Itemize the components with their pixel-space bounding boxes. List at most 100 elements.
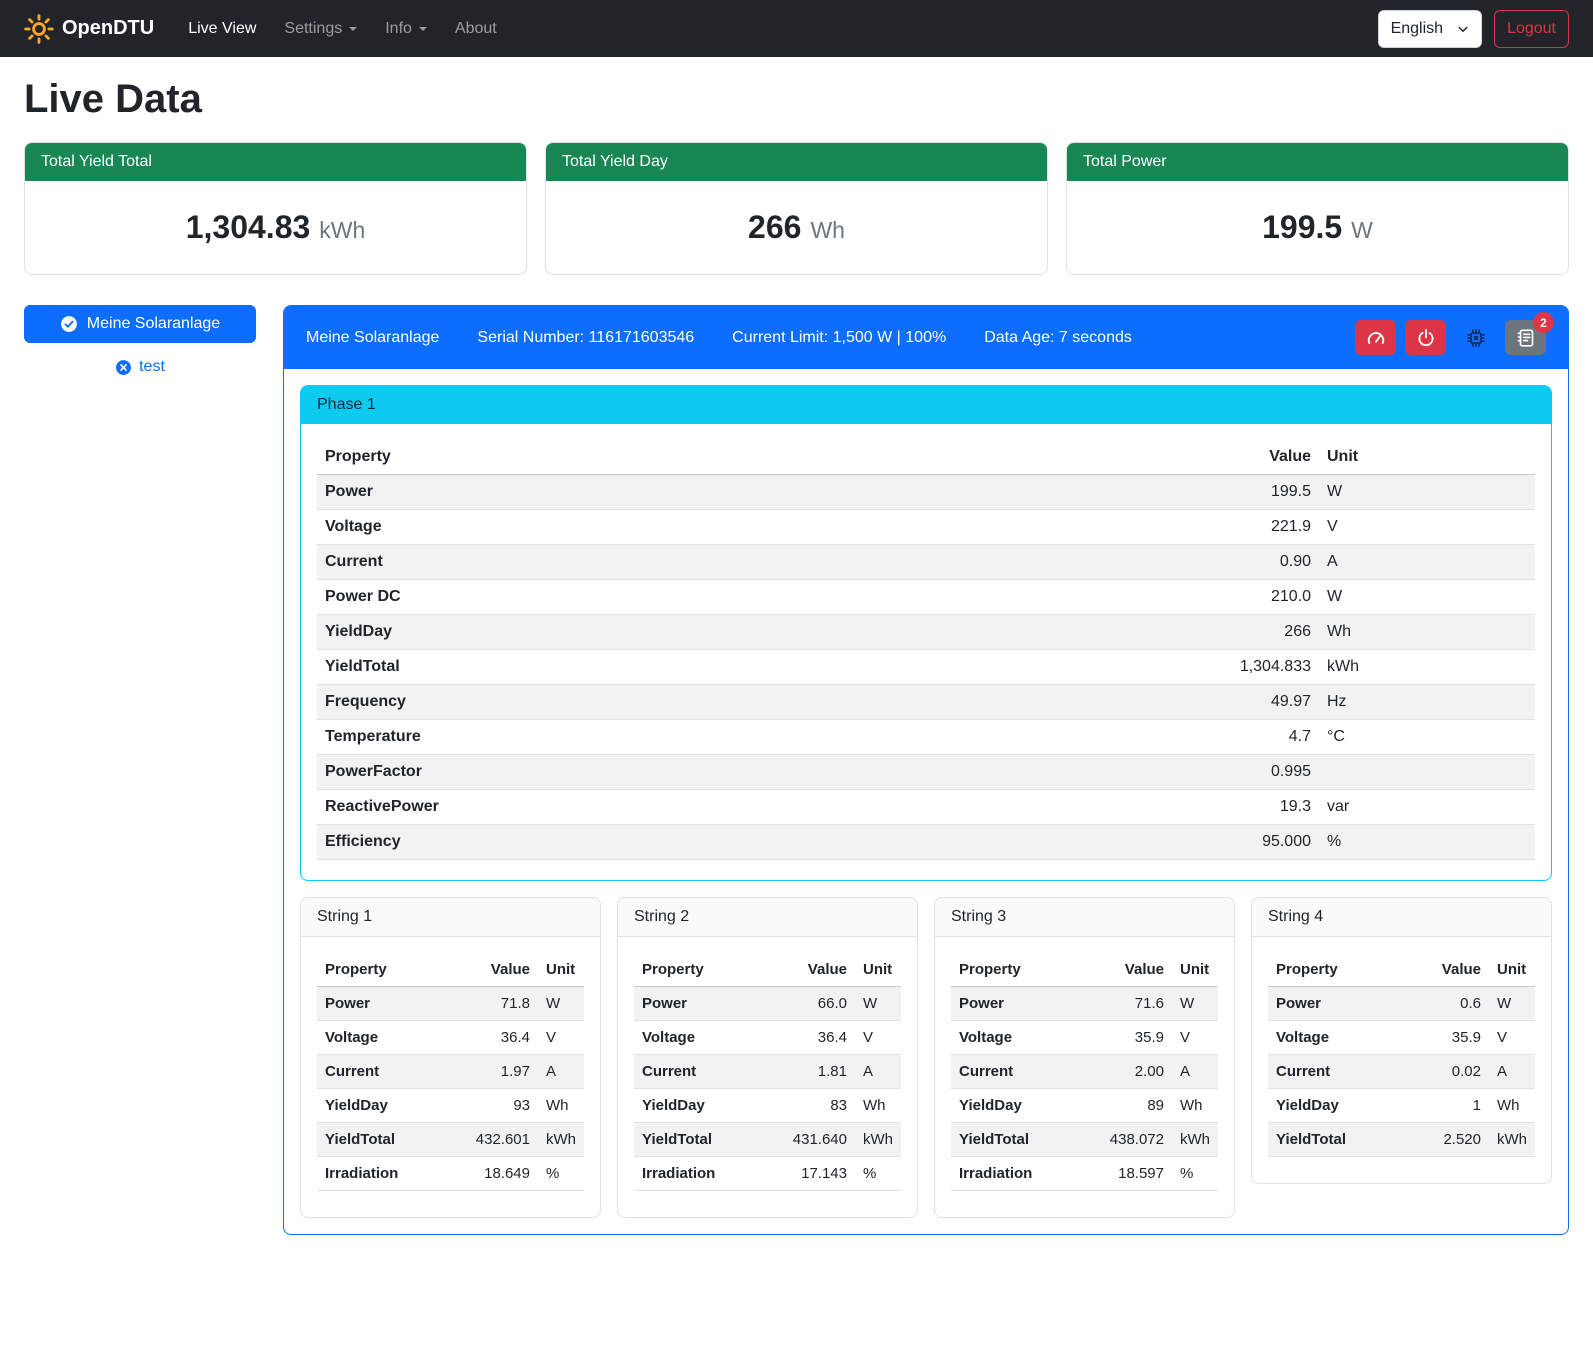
cell-property: Irradiation xyxy=(634,1157,785,1191)
cell-property: Temperature xyxy=(317,720,1179,755)
summary-unit: W xyxy=(1351,217,1373,244)
string-card-body: Property Value Unit Power71.8WVoltage36.… xyxy=(301,937,600,1217)
cell-unit: % xyxy=(1319,825,1535,860)
cell-value: 1.97 xyxy=(468,1055,538,1089)
cell-value: 95.000 xyxy=(1179,825,1319,860)
inverter-limit: Current Limit: 1,500 W | 100% xyxy=(732,329,946,347)
cell-property: Power xyxy=(634,987,785,1021)
page-container: Live Data Total Yield Total 1,304.83 kWh… xyxy=(0,57,1593,1265)
cell-property: Current xyxy=(317,545,1179,580)
summary-card-title: Total Yield Total xyxy=(25,143,526,181)
test-item[interactable]: test xyxy=(24,358,256,376)
string-card-4: String 4 Property Value Unit xyxy=(1251,897,1552,1184)
cell-unit: % xyxy=(855,1157,901,1191)
cell-property: YieldTotal xyxy=(1268,1123,1423,1157)
language-select[interactable]: English xyxy=(1378,10,1482,48)
main-row: Meine Solaranlage test Meine Solaranlage… xyxy=(24,305,1569,1235)
cpu-icon xyxy=(1466,328,1486,348)
inverter-sidebar: Meine Solaranlage test xyxy=(24,305,256,376)
cell-unit: W xyxy=(1172,987,1218,1021)
cell-value: 431.640 xyxy=(785,1123,855,1157)
brand-label: OpenDTU xyxy=(62,17,154,40)
table-row: Power199.5W xyxy=(317,475,1535,510)
power-toggle-button[interactable] xyxy=(1405,320,1446,355)
cell-property: YieldDay xyxy=(634,1089,785,1123)
column-header-value: Value xyxy=(1423,953,1489,987)
summary-value: 1,304.83 xyxy=(186,209,311,246)
brand[interactable]: OpenDTU xyxy=(24,14,154,44)
cell-property: Current xyxy=(951,1055,1102,1089)
string-table: Property Value Unit Power66.0WVoltage36.… xyxy=(634,953,901,1191)
cell-value: 36.4 xyxy=(468,1021,538,1055)
table-row: PowerFactor0.995 xyxy=(317,755,1535,790)
logout-button[interactable]: Logout xyxy=(1494,10,1569,48)
nav-item-label: Live View xyxy=(188,20,256,38)
table-row: YieldDay83Wh xyxy=(634,1089,901,1123)
cell-property: Voltage xyxy=(317,1021,468,1055)
summary-card-total-power: Total Power 199.5 W xyxy=(1066,142,1569,275)
cell-unit: A xyxy=(855,1055,901,1089)
cell-unit: kWh xyxy=(1489,1123,1535,1157)
inverter-serial: Serial Number: 116171603546 xyxy=(477,329,694,347)
x-circle-icon[interactable] xyxy=(115,359,132,376)
event-count-badge: 2 xyxy=(1533,312,1554,333)
table-header-row: Property Value Unit xyxy=(1268,953,1535,987)
cell-property: Current xyxy=(634,1055,785,1089)
cell-unit: V xyxy=(855,1021,901,1055)
string-card-title: String 1 xyxy=(301,898,600,937)
nav-item-about[interactable]: About xyxy=(445,12,507,46)
cell-unit: W xyxy=(855,987,901,1021)
cell-unit: V xyxy=(1319,510,1535,545)
cell-unit xyxy=(1319,755,1535,790)
caret-down-icon xyxy=(419,27,427,31)
cell-value: 89 xyxy=(1102,1089,1172,1123)
limit-settings-button[interactable] xyxy=(1355,320,1396,355)
table-row: Current1.97A xyxy=(317,1055,584,1089)
caret-down-icon xyxy=(349,27,357,31)
cell-unit: Wh xyxy=(1172,1089,1218,1123)
cell-value: 1,304.833 xyxy=(1179,650,1319,685)
string-card-title: String 3 xyxy=(935,898,1234,937)
summary-value: 199.5 xyxy=(1262,209,1342,246)
string-card-1: String 1 Property Value Unit xyxy=(300,897,601,1218)
cell-value: 35.9 xyxy=(1423,1021,1489,1055)
nav-item-info[interactable]: Info xyxy=(375,12,437,46)
top-navbar: OpenDTU Live View Settings Info About En… xyxy=(0,0,1593,57)
cell-unit: V xyxy=(1489,1021,1535,1055)
summary-card-body: 1,304.83 kWh xyxy=(25,181,526,274)
cell-value: 438.072 xyxy=(1102,1123,1172,1157)
device-info-button[interactable] xyxy=(1455,320,1496,355)
cell-unit: A xyxy=(1489,1055,1535,1089)
string-card-2: String 2 Property Value Unit xyxy=(617,897,918,1218)
cell-value: 266 xyxy=(1179,615,1319,650)
cell-unit: V xyxy=(538,1021,584,1055)
event-log-button[interactable]: 2 xyxy=(1505,320,1546,355)
inverter-select-button[interactable]: Meine Solaranlage xyxy=(24,305,256,343)
nav-item-live-view[interactable]: Live View xyxy=(178,12,266,46)
page-title: Live Data xyxy=(24,77,1569,122)
cell-unit: % xyxy=(538,1157,584,1191)
summary-card-body: 266 Wh xyxy=(546,181,1047,274)
cell-unit: Wh xyxy=(1489,1089,1535,1123)
cell-value: 4.7 xyxy=(1179,720,1319,755)
cell-unit: kWh xyxy=(1319,650,1535,685)
cell-unit: Hz xyxy=(1319,685,1535,720)
sun-icon xyxy=(24,14,54,44)
strings-row: String 1 Property Value Unit xyxy=(300,897,1552,1218)
cell-property: Voltage xyxy=(317,510,1179,545)
cell-unit: Wh xyxy=(855,1089,901,1123)
phase-table: Property Value Unit Power199.5WVoltage22… xyxy=(317,440,1535,860)
cell-property: Voltage xyxy=(1268,1021,1423,1055)
summary-card-body: 199.5 W xyxy=(1067,181,1568,274)
column-header-unit: Unit xyxy=(538,953,584,987)
column-header-property: Property xyxy=(634,953,785,987)
nav-item-settings[interactable]: Settings xyxy=(274,12,367,46)
string-card-body: Property Value Unit Power71.6WVoltage35.… xyxy=(935,937,1234,1217)
table-row: Irradiation18.597% xyxy=(951,1157,1218,1191)
journal-icon xyxy=(1516,328,1536,348)
cell-property: Power xyxy=(1268,987,1423,1021)
table-row: Voltage36.4V xyxy=(317,1021,584,1055)
check-circle-icon xyxy=(60,315,78,333)
cell-property: PowerFactor xyxy=(317,755,1179,790)
cell-unit: Wh xyxy=(538,1089,584,1123)
